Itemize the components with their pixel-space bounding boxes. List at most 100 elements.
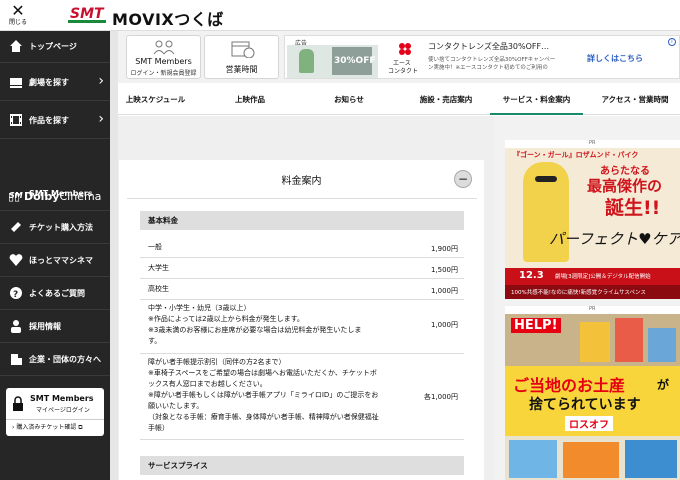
souvenir-ad[interactable]: PR HELP! ご当地のお土産 が 捨てられています ロスオフ <box>505 306 680 480</box>
members-login-tile[interactable]: SMT Members ログイン・新規会員登録 <box>126 35 201 79</box>
rosoff-logo: ロスオフ <box>565 416 613 431</box>
sidebar-item-theater[interactable]: 劇場を探す › <box>0 63 110 101</box>
help-sign: HELP! <box>511 318 561 333</box>
divider <box>6 419 104 420</box>
sidebar-item-label: トップページ <box>29 42 77 51</box>
page-tabs: 上映スケジュール 上映作品 お知らせ 施設・売店案内 サービス・料金案内 アクセ… <box>118 87 680 115</box>
table-row: 一般 1,900円 <box>140 237 464 258</box>
table-row: 大学生 1,500円 <box>140 258 464 279</box>
sidebar-item-recruit[interactable]: 採用情報 <box>0 311 110 343</box>
card-title: 料金案内 <box>281 176 322 187</box>
ad2-line-1: ご当地のお土産 <box>513 376 626 395</box>
table-row: 中学・小学生・幼児（3歳以上） ※作品によっては2歳以上から料金が発生します。 … <box>140 300 464 354</box>
chevron-right-icon: › <box>98 111 104 127</box>
sale-panel: 30%OFF <box>332 47 376 75</box>
film-icon <box>10 114 22 126</box>
sidebar: トップページ 劇場を探す › 作品を探す › ▯▯ DolbyCinema SM… <box>0 31 110 480</box>
ad2-line-3: 捨てられています <box>529 397 641 413</box>
sale-text: 30%OFF <box>334 56 376 66</box>
tab-schedule[interactable]: 上映スケジュール <box>118 87 193 115</box>
row-price: 1,000円 <box>430 321 458 329</box>
sidebar-item-label: 劇場を探す <box>29 78 69 87</box>
members-tile-sub: ログイン・新規会員登録 <box>130 70 197 77</box>
contact-lens-ad[interactable]: 広告 30%OFF エース コンタクト コンタクトレンズ全品30%OFF… 使い… <box>284 35 680 79</box>
sidebar-item-faq[interactable]: ? よくあるご質問 <box>0 278 110 310</box>
chevron-right-icon: › <box>98 73 104 89</box>
sidebar-item-ticket[interactable]: チケット購入方法 <box>0 212 110 244</box>
members-login-box[interactable]: SMT Members マイページログイン › 購入済みチケット確認 ⧉ <box>6 388 104 436</box>
members-icon <box>153 40 175 55</box>
table-row: 障がい者手帳提示割引（同伴の方2名まで） ※車椅子スペースをご希望の場合は劇場へ… <box>140 354 464 440</box>
purchased-tickets-link[interactable]: › 購入済みチケット確認 ⧉ <box>12 422 83 432</box>
section-service-price: サービスプライス <box>140 456 464 475</box>
row-price: 1,000円 <box>430 287 458 295</box>
souvenir-text-panel: ご当地のお土産 が 捨てられています ロスオフ <box>505 366 680 436</box>
close-button[interactable]: ✕ 閉じる <box>0 0 36 31</box>
sidebar-item-label: SMT Members <box>29 189 93 198</box>
tab-films[interactable]: 上映作品 <box>208 87 292 115</box>
product-2 <box>563 442 619 478</box>
row-price: 各1,000円 <box>423 393 458 401</box>
sidebar-item-label: 企業・団体の方々へ <box>29 355 101 364</box>
release-banner: 12.3 劇場[3週限定]公開＆デジタル配信開始 <box>505 268 680 285</box>
tab-news[interactable]: お知らせ <box>308 87 390 115</box>
external-link-icon: ⧉ <box>78 424 83 431</box>
ad-headline: コンタクトレンズ全品30%OFF… <box>428 42 550 51</box>
tab-service-pricing[interactable]: サービス・料金案内 <box>490 87 583 115</box>
sidebar-item-label: 採用情報 <box>29 322 61 331</box>
poster-footer-text: 100%共感不能!なのに痛快!新感覚クライムサスペンス <box>511 290 646 296</box>
table-row: 高校生 1,000円 <box>140 279 464 300</box>
sidebar-item-label: よくあるご質問 <box>29 289 85 298</box>
theater-icon <box>10 78 22 88</box>
product-3 <box>625 440 677 478</box>
theater-brand: MOVIXつくば <box>112 10 224 29</box>
section-basic-pricing: 基本料金 <box>140 211 464 230</box>
person-icon <box>11 320 21 333</box>
row-label: 一般 <box>148 243 162 251</box>
smt-logo[interactable]: SMT <box>68 3 106 27</box>
souvenir-box-2 <box>615 318 643 362</box>
ad-body: 使い捨てコンタクトレンズ全品30%OFFキャンペーン実施中！※エースコンタクト初… <box>428 57 556 71</box>
movie-ad[interactable]: PR 『ゴーン・ガール』ロザムンド・パイク あらたなる 最高傑作の 誕生!! パ… <box>505 140 680 299</box>
business-hours-tile[interactable]: 営業時間 <box>204 35 279 79</box>
sunglasses-icon <box>535 176 557 182</box>
ad-pr-label: PR <box>589 306 596 312</box>
tab-facilities[interactable]: 施設・売店案内 <box>404 87 488 115</box>
product-1 <box>509 440 557 478</box>
souvenir-box-1 <box>580 322 610 362</box>
poster-line-3: 誕生!! <box>605 197 661 219</box>
collapse-button[interactable]: − <box>454 170 472 188</box>
divider <box>127 198 477 199</box>
sidebar-item-corporate[interactable]: 企業・団体の方々へ <box>0 344 110 376</box>
members-subtitle: マイページログイン <box>36 407 90 414</box>
tab-access-hours[interactable]: アクセス・営業時間 <box>593 87 677 115</box>
row-label: 障がい者手帳提示割引（同伴の方2名まで） ※車椅子スペースをご希望の場合は劇場へ… <box>148 358 379 432</box>
row-label: 中学・小学生・幼児（3歳以上） ※作品によっては2歳以上から料金が発生します。 … <box>148 304 362 345</box>
building-icon <box>11 354 22 365</box>
movie-title: パーフェクト♥ケア <box>549 230 680 248</box>
ticket-icon <box>11 222 21 232</box>
sidebar-item-members[interactable]: SMT SMT Members <box>0 179 110 211</box>
row-price: 1,500円 <box>430 266 458 274</box>
sidebar-item-mama-cinema[interactable]: ほっとママシネマ <box>0 245 110 277</box>
release-subtitle: 劇場[3週限定]公開＆デジタル配信開始 <box>555 274 651 280</box>
souvenir-products <box>505 436 680 480</box>
smt-icon: SMT <box>9 191 23 200</box>
app-header: ✕ 閉じる SMT MOVIXつくば <box>0 0 680 31</box>
sidebar-item-films[interactable]: 作品を探す › <box>0 101 110 139</box>
ad-cta-link[interactable]: 詳しくはこちら <box>587 53 643 64</box>
row-price: 1,900円 <box>430 245 458 253</box>
sidebar-item-label: チケット購入方法 <box>29 223 93 232</box>
members-tile-title: SMT Members <box>135 57 192 66</box>
release-date: 12.3 <box>519 270 544 281</box>
poster-footer: 100%共感不能!なのに痛快!新感覚クライムサスペンス <box>505 285 680 299</box>
row-label: 高校生 <box>148 285 169 293</box>
souvenir-box-3 <box>648 328 676 362</box>
sidebar-item-top[interactable]: トップページ <box>0 31 110 63</box>
hours-label: 営業時間 <box>225 65 258 74</box>
home-icon <box>10 40 22 52</box>
ad-brand-b: コンタクト <box>388 68 419 75</box>
row-label: 大学生 <box>148 264 169 272</box>
ad-info-icon[interactable]: i <box>668 38 676 46</box>
poster-tagline: 『ゴーン・ガール』ロザムンド・パイク <box>513 151 639 159</box>
